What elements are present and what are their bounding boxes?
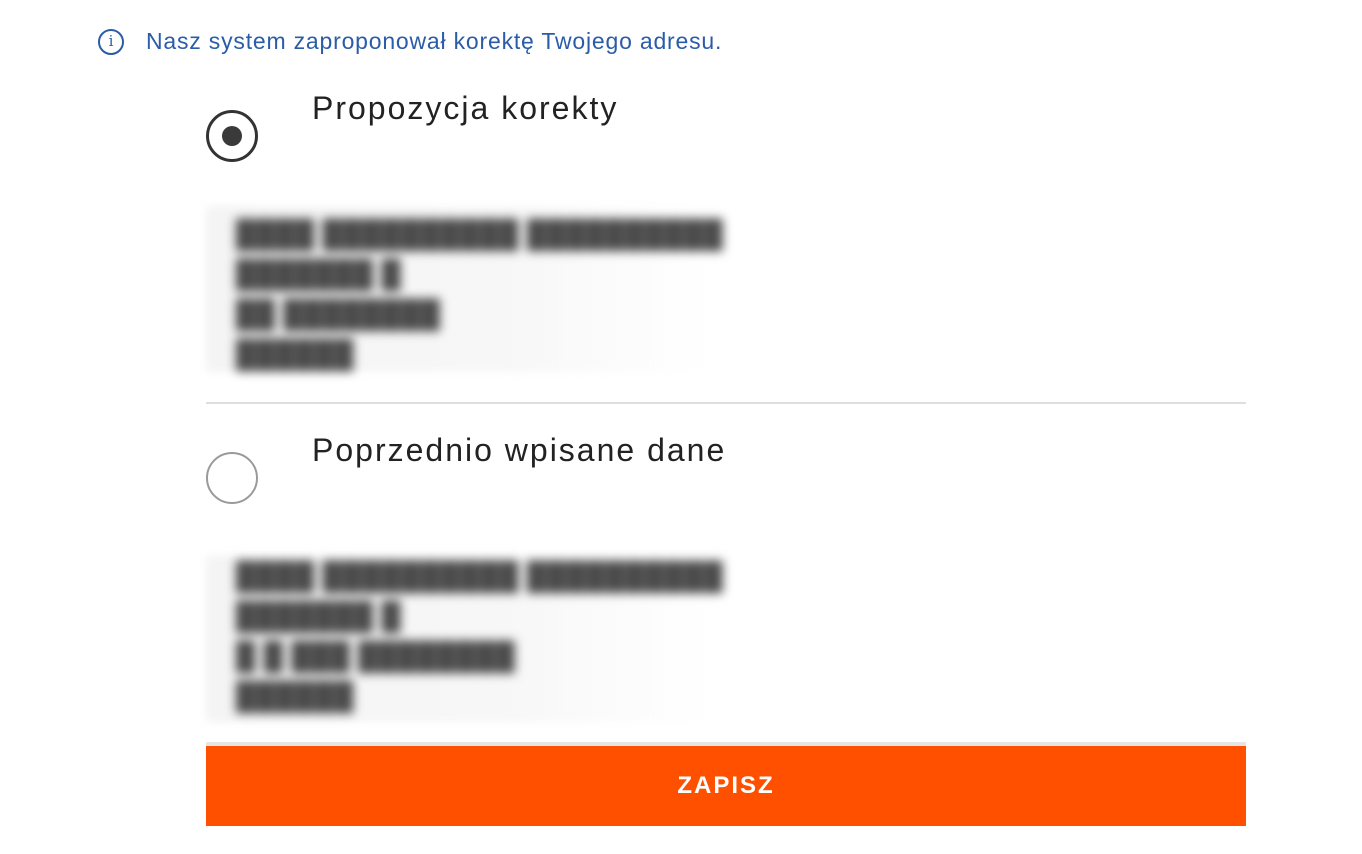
option-title-proposed[interactable]: Propozycja korekty (312, 90, 618, 127)
save-button[interactable]: ZAPISZ (206, 746, 1246, 826)
redacted-line: ████ ██████████ ██████████ (236, 561, 724, 591)
redacted-line: ██████ (236, 681, 354, 711)
redacted-line: █ █ ███ ████████ (236, 641, 516, 671)
address-correction-page: i Nasz system zaproponował korektę Twoje… (0, 0, 1362, 854)
option-proposed-correction[interactable]: Propozycja korekty ████ ██████████ █████… (206, 86, 1246, 372)
notice-text: Nasz system zaproponował korektę Twojego… (146, 28, 723, 54)
correction-notice: i Nasz system zaproponował korektę Twoje… (98, 28, 722, 55)
proposed-address-redacted: ████ ██████████ ██████████ ███████ █ ██ … (236, 214, 723, 374)
radio-previous-data[interactable] (206, 452, 258, 504)
redacted-line: ████ ██████████ ██████████ (236, 219, 724, 249)
option-title-previous[interactable]: Poprzednio wpisane dane (312, 432, 726, 469)
redacted-line: ███████ █ (236, 601, 402, 631)
radio-proposed-correction[interactable] (206, 110, 258, 162)
redacted-line: ███████ █ (236, 259, 402, 289)
redacted-line: ██ ████████ (236, 299, 441, 329)
redacted-line: ██████ (236, 339, 354, 369)
options-divider (206, 402, 1246, 404)
option-previous-data[interactable]: Poprzednio wpisane dane ████ ██████████ … (206, 428, 1246, 722)
info-icon: i (98, 28, 124, 55)
previous-address-redacted: ████ ██████████ ██████████ ███████ █ █ █… (236, 556, 723, 716)
